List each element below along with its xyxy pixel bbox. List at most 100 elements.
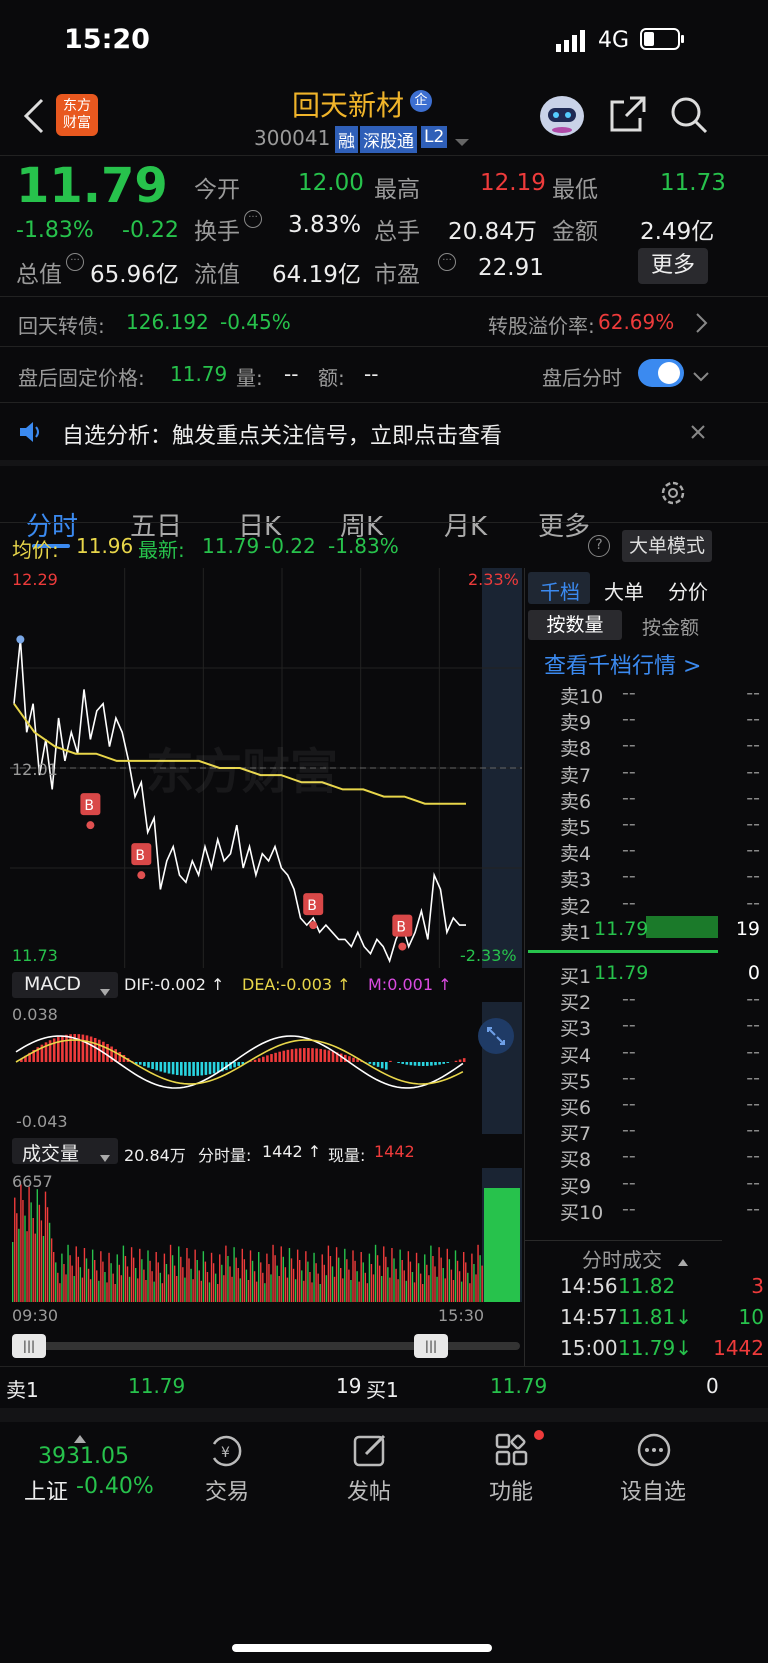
expand-icon[interactable]: [478, 1018, 514, 1054]
volume-bar: [163, 1253, 166, 1302]
ask-level-6[interactable]: 卖6 -- --: [560, 787, 768, 814]
volume-bar: [450, 1269, 453, 1302]
bid-level-7[interactable]: 买7 -- --: [560, 1119, 768, 1146]
volume-bar: [446, 1248, 448, 1302]
tab-depth[interactable]: 千档: [540, 576, 580, 605]
notice-text[interactable]: 自选分析：触发重点关注信号，立即点击查看: [62, 418, 502, 450]
macd-bar: [233, 1062, 236, 1068]
ask-level-2[interactable]: 卖2 -- --: [560, 892, 768, 919]
level-price: 11.79: [594, 917, 649, 940]
ask-level-1[interactable]: 卖1 11.79 19: [560, 915, 768, 945]
bid-level-3[interactable]: 买3 -- --: [560, 1014, 768, 1041]
ask-level-3[interactable]: 卖3 -- --: [560, 865, 768, 892]
stock-name: 回天新材: [292, 89, 405, 122]
level-volume: --: [746, 1066, 760, 1089]
volume-bar: [63, 1264, 65, 1302]
volume-bar: [73, 1276, 75, 1302]
bid-level-9[interactable]: 买9 -- --: [560, 1172, 768, 1199]
info-icon[interactable]: ···: [66, 253, 84, 271]
volume-bar: [116, 1254, 118, 1302]
volume-bar: [55, 1262, 57, 1302]
nav-trade[interactable]: 交易: [162, 1474, 292, 1506]
range-handle-right[interactable]: |||: [414, 1334, 448, 1358]
volume-bar: [241, 1248, 243, 1302]
more-button[interactable]: 更多: [638, 248, 708, 284]
macd-bar: [175, 1062, 179, 1076]
afterhours-toggle[interactable]: [638, 359, 684, 387]
compose-icon[interactable]: [352, 1432, 388, 1468]
trades-title[interactable]: 分时成交: [582, 1244, 662, 1273]
chevron-down-icon[interactable]: [692, 368, 710, 382]
gear-icon[interactable]: [658, 478, 688, 508]
nav-watchlist[interactable]: 设自选: [588, 1474, 718, 1506]
help-icon[interactable]: ?: [588, 535, 610, 557]
index-name[interactable]: 上证: [24, 1474, 68, 1506]
ask-level-10[interactable]: 卖10 -- --: [560, 682, 768, 709]
share-icon[interactable]: [610, 96, 646, 132]
volume-bar: [436, 1276, 438, 1302]
volume-bar: [356, 1271, 358, 1302]
close-icon[interactable]: [690, 424, 706, 440]
big-order-mode-button[interactable]: 大单模式: [622, 530, 712, 562]
volume-bar: [340, 1268, 342, 1302]
by-quantity-button[interactable]: 按数量: [528, 610, 622, 640]
afterhours-vol-label: 量:: [236, 366, 263, 390]
volume-bar: [352, 1250, 354, 1302]
bid-level-10[interactable]: 买10 -- --: [560, 1198, 768, 1225]
index-percent[interactable]: -0.40%: [76, 1474, 154, 1499]
volume-bar: [417, 1263, 420, 1302]
volume-bar: [217, 1284, 219, 1302]
back-icon[interactable]: [20, 96, 50, 136]
nav-post[interactable]: 发帖: [304, 1474, 434, 1506]
search-icon[interactable]: [670, 96, 708, 134]
bid-level-6[interactable]: 买6 -- --: [560, 1093, 768, 1120]
info-icon[interactable]: ···: [438, 253, 456, 271]
volume-bar: [235, 1257, 237, 1302]
bid-level-1[interactable]: 买1 11.79 0: [560, 962, 768, 989]
info-icon[interactable]: ···: [244, 210, 262, 228]
bid-level-4[interactable]: 买4 -- --: [560, 1041, 768, 1068]
range-handle-left[interactable]: |||: [12, 1334, 46, 1358]
volume-bar: [85, 1258, 88, 1302]
robot-assistant-icon[interactable]: [536, 90, 588, 140]
tab-big-order[interactable]: 大单: [604, 576, 644, 605]
volume-bar: [100, 1251, 102, 1302]
macd-bar: [167, 1062, 171, 1074]
ask-level-5[interactable]: 卖5 -- --: [560, 813, 768, 840]
level-price: --: [622, 1119, 636, 1142]
macd-bar: [311, 1048, 314, 1062]
volume-now-label: 现量:: [328, 1146, 366, 1165]
pct-max-label: 2.33%: [468, 570, 519, 589]
by-amount-button[interactable]: 按金额: [642, 613, 699, 640]
volume-bar: [118, 1264, 120, 1302]
index-value[interactable]: 3931.05: [38, 1444, 129, 1469]
bid-level-8[interactable]: 买8 -- --: [560, 1145, 768, 1172]
bond-name[interactable]: 回天转债:: [18, 310, 105, 339]
ask-level-8[interactable]: 卖8 -- --: [560, 734, 768, 761]
volume-bar: [188, 1258, 190, 1302]
add-watchlist-icon[interactable]: [636, 1432, 672, 1468]
ask-level-4[interactable]: 卖4 -- --: [560, 839, 768, 866]
volume-bar: [372, 1274, 375, 1302]
macd-bar: [106, 1044, 109, 1062]
trade-icon[interactable]: ¥: [208, 1432, 244, 1468]
level-label: 卖7: [560, 764, 592, 787]
view-depth-link[interactable]: 查看千档行情 >: [544, 648, 701, 680]
level-volume: 0: [747, 962, 760, 984]
macd-bar: [147, 1062, 150, 1068]
tab-monthly[interactable]: 月K: [444, 506, 487, 543]
bid-level-2[interactable]: 买2 -- --: [560, 988, 768, 1015]
tab-more[interactable]: 更多: [538, 506, 590, 543]
volume-bar: [376, 1255, 379, 1302]
chevron-down-icon[interactable]: [455, 132, 469, 146]
tab-price-dist[interactable]: 分价: [668, 576, 708, 605]
ask-level-7[interactable]: 卖7 -- --: [560, 761, 768, 788]
y-max-label: 12.29: [12, 570, 58, 589]
functions-icon[interactable]: [494, 1432, 530, 1468]
volume-bar: [290, 1258, 293, 1302]
time-end: 15:30: [438, 1306, 485, 1325]
ask-level-9[interactable]: 卖9 -- --: [560, 708, 768, 735]
nav-functions[interactable]: 功能: [446, 1474, 576, 1506]
chevron-right-icon[interactable]: [694, 312, 708, 334]
bid-level-5[interactable]: 买5 -- --: [560, 1067, 768, 1094]
